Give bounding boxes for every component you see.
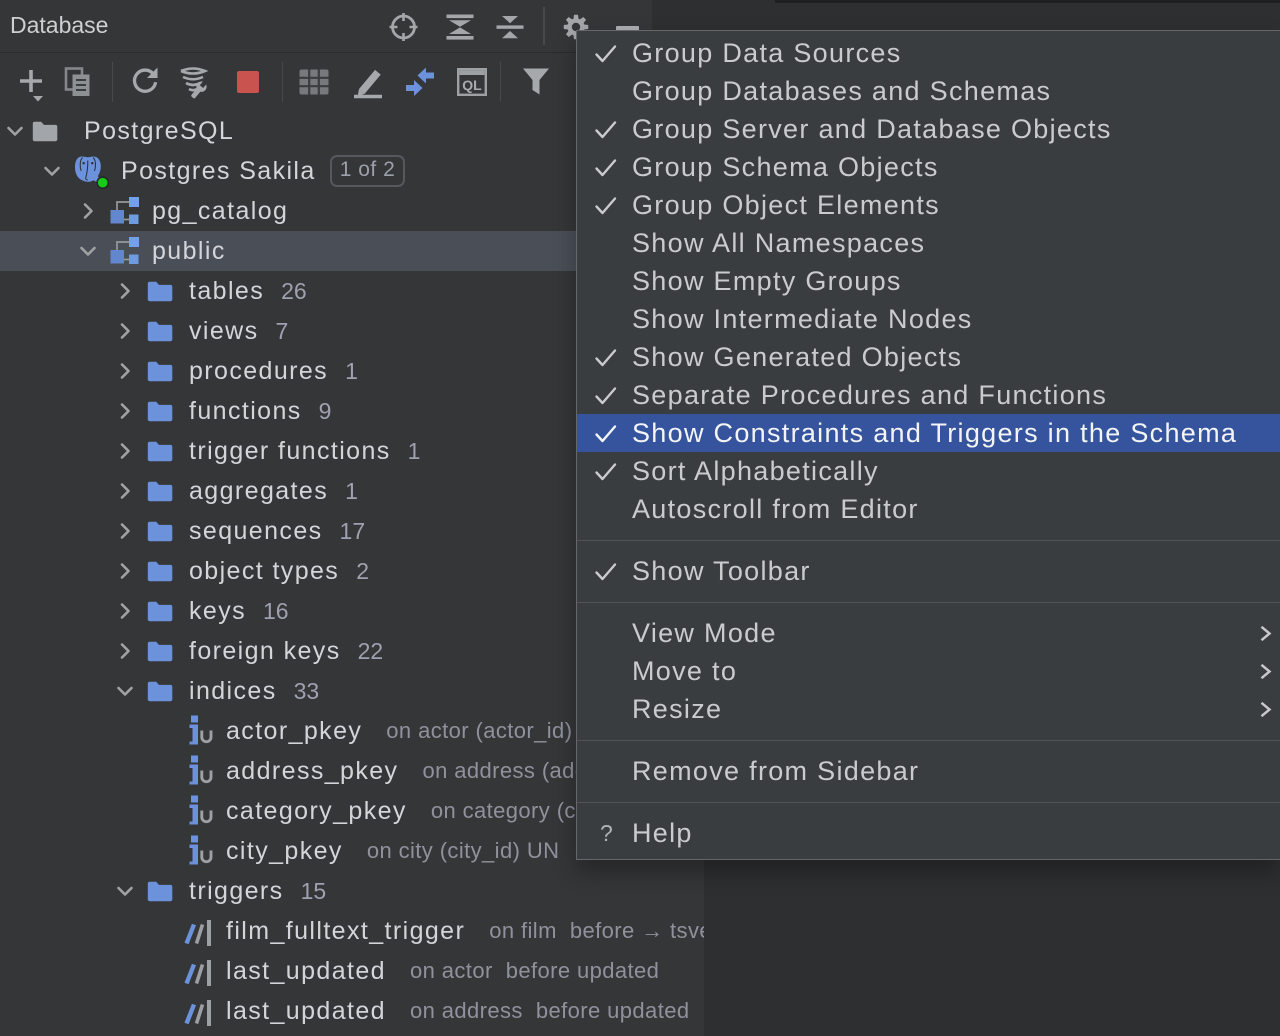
svg-text:QL: QL <box>462 77 482 93</box>
